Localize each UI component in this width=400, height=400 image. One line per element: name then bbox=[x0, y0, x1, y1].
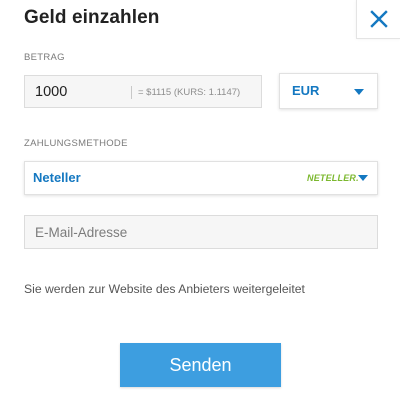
currency-value: EUR bbox=[292, 83, 320, 98]
submit-button[interactable]: Senden bbox=[120, 343, 281, 387]
neteller-logo: NETELLER. bbox=[307, 173, 359, 183]
close-icon bbox=[370, 10, 388, 28]
payment-method-label: ZAHLUNGSMETHODE bbox=[24, 138, 128, 149]
conversion-divider bbox=[131, 86, 132, 99]
payment-method-value: Neteller bbox=[33, 170, 81, 185]
currency-select[interactable]: EUR bbox=[279, 73, 378, 109]
amount-input[interactable]: 1000 = $1115 (KURS: 1.1147) bbox=[24, 75, 262, 108]
email-field[interactable] bbox=[24, 215, 378, 249]
dialog-title: Geld einzahlen bbox=[24, 7, 160, 28]
caret-down-icon bbox=[354, 89, 364, 95]
close-button[interactable] bbox=[356, 0, 400, 39]
caret-down-icon bbox=[358, 175, 368, 181]
payment-method-select[interactable]: Neteller NETELLER. bbox=[24, 161, 378, 195]
amount-value: 1000 bbox=[35, 84, 68, 100]
amount-label: BETRAG bbox=[24, 52, 65, 63]
conversion-text: = $1115 (KURS: 1.1147) bbox=[138, 87, 241, 98]
redirect-info-text: Sie werden zur Website des Anbieters wei… bbox=[24, 282, 305, 296]
